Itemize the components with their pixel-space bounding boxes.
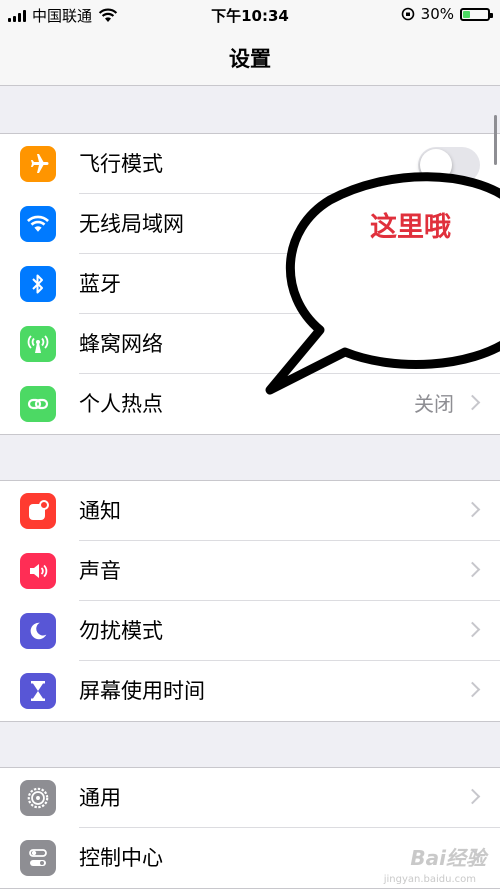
watermark-url: jingyan.baidu.com (383, 874, 476, 885)
chevron-right-icon (464, 561, 481, 578)
settings-group-notifications: 通知 声音 勿扰模式 屏幕使用时间 (0, 480, 500, 722)
bluetooth-icon (20, 266, 56, 302)
watermark-logo: Bai经验 (410, 846, 486, 870)
settings-row-screen-time[interactable]: 屏幕使用时间 (0, 661, 500, 721)
settings-row-bluetooth[interactable]: 蓝牙 未连接 (0, 254, 500, 314)
chevron-right-icon (464, 501, 481, 518)
settings-row-label: 蜂窝网络 (79, 332, 163, 356)
settings-row-label: 个人热点 (79, 392, 163, 416)
settings-row-personal-hotspot[interactable]: 个人热点 关闭 (0, 374, 500, 434)
settings-row-do-not-disturb[interactable]: 勿扰模式 (0, 601, 500, 661)
airplane-mode-toggle[interactable] (418, 147, 480, 183)
chevron-right-icon (464, 334, 481, 351)
settings-row-label: 蓝牙 (79, 272, 121, 296)
annotation-label: 这里哦 (370, 212, 451, 243)
hotspot-icon (20, 386, 56, 422)
settings-row-label: 声音 (79, 559, 121, 583)
settings-row-cellular[interactable]: 蜂窝网络 (0, 314, 500, 374)
chevron-right-icon (464, 621, 481, 638)
settings-row-sounds[interactable]: 声音 (0, 541, 500, 601)
battery-percent: 30% (420, 5, 454, 23)
settings-row-label: 屏幕使用时间 (79, 679, 205, 703)
wifi-icon (20, 206, 56, 242)
hourglass-icon (20, 673, 56, 709)
chevron-right-icon (464, 214, 481, 231)
settings-row-notifications[interactable]: 通知 (0, 481, 500, 541)
settings-row-label: 勿扰模式 (79, 619, 163, 643)
nav-bar: 设置 (0, 30, 500, 86)
chevron-right-icon (464, 788, 481, 805)
settings-row-label: 通知 (79, 499, 121, 523)
page-title: 设置 (229, 46, 271, 71)
status-right: 30% (401, 5, 493, 23)
cellular-antenna-icon (20, 326, 56, 362)
settings-row-airplane-mode: 飞行模式 (0, 134, 500, 194)
settings-row-label: 无线局域网 (79, 212, 184, 236)
settings-row-label: 通用 (79, 786, 121, 810)
settings-row-general[interactable]: 通用 (0, 768, 500, 828)
status-bar: 中国联通 下午10:34 30% (0, 0, 500, 30)
toggle-knob (420, 149, 452, 181)
moon-icon (20, 613, 56, 649)
notifications-icon (20, 493, 56, 529)
chevron-right-icon (464, 274, 481, 291)
settings-row-label: 控制中心 (79, 846, 163, 870)
chevron-right-icon (464, 681, 481, 698)
battery-fill (463, 10, 470, 18)
settings-group-connectivity: 飞行模式 无线局域网 蓝牙 未连接 蜂窝网络 个人热点 关闭 (0, 133, 500, 435)
settings-row-value: 关闭 (414, 392, 454, 416)
settings-row-label: 飞行模式 (79, 152, 163, 176)
airplane-icon (20, 146, 56, 182)
battery-icon (460, 7, 493, 21)
scroll-indicator (494, 115, 497, 165)
speaker-icon (20, 553, 56, 589)
gear-icon (20, 780, 56, 816)
orientation-lock-icon (401, 7, 414, 21)
control-center-icon (20, 840, 56, 876)
chevron-right-icon (464, 394, 481, 411)
settings-row-value: 未连接 (394, 272, 454, 296)
